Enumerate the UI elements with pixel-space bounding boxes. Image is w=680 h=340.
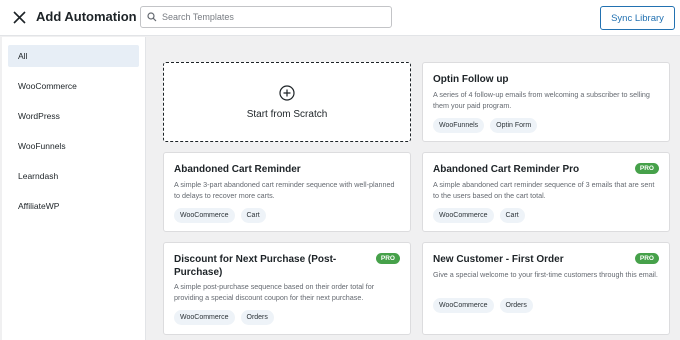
card-title: Abandoned Cart Reminder xyxy=(174,164,301,175)
tag: WooCommerce xyxy=(433,298,494,313)
template-card-abandoned-cart-reminder[interactable]: Abandoned Cart Reminder A simple 3-part … xyxy=(163,152,411,232)
tag: Optin Form xyxy=(490,118,538,133)
category-sidebar: All WooCommerce WordPress WooFunnels Lea… xyxy=(2,37,146,340)
sidebar-item-woofunnels[interactable]: WooFunnels xyxy=(8,135,139,157)
search-input[interactable] xyxy=(162,12,382,22)
pro-badge: PRO xyxy=(375,253,400,264)
template-card-discount-next-purchase[interactable]: Discount for Next Purchase (Post-Purchas… xyxy=(163,242,411,335)
pro-badge: PRO xyxy=(634,253,659,264)
search-box[interactable] xyxy=(140,6,392,28)
card-description: A series of 4 follow-up emails from welc… xyxy=(433,90,650,110)
card-title: Discount for Next Purchase (Post-Purchas… xyxy=(174,254,337,278)
template-card-optin-follow-up[interactable]: Optin Follow up A series of 4 follow-up … xyxy=(422,62,670,142)
pro-badge: PRO xyxy=(634,163,659,174)
card-title: New Customer - First Order xyxy=(433,254,564,265)
sidebar-item-woocommerce[interactable]: WooCommerce xyxy=(8,75,139,97)
card-title: Abandoned Cart Reminder Pro xyxy=(433,164,580,175)
template-grid: Start from Scratch Optin Follow up A ser… xyxy=(147,37,680,340)
template-card-abandoned-cart-reminder-pro[interactable]: Abandoned Cart Reminder Pro PRO A simple… xyxy=(422,152,670,232)
search-icon xyxy=(147,12,157,22)
card-description: Give a special welcome to your first-tim… xyxy=(433,270,658,279)
page-title: Add Automation xyxy=(36,9,137,24)
card-title: Optin Follow up xyxy=(433,74,509,85)
tag: WooCommerce xyxy=(433,208,494,223)
tag: WooFunnels xyxy=(433,118,485,133)
tag: Cart xyxy=(240,208,266,223)
plus-circle-icon xyxy=(279,84,295,101)
card-description: A simple post-purchase sequence based on… xyxy=(174,282,375,302)
sidebar-item-all[interactable]: All xyxy=(8,45,139,67)
tag: Cart xyxy=(499,208,525,223)
sync-library-button[interactable]: Sync Library xyxy=(600,6,675,30)
card-description: A simple abandoned cart reminder sequenc… xyxy=(433,180,655,200)
close-button[interactable] xyxy=(10,8,28,26)
sidebar-item-learndash[interactable]: Learndash xyxy=(8,165,139,187)
scratch-label: Start from Scratch xyxy=(246,108,328,120)
sidebar-item-affiliatewp[interactable]: AffiliateWP xyxy=(8,195,139,217)
tag: Orders xyxy=(240,310,274,325)
tag: WooCommerce xyxy=(174,310,235,325)
template-card-new-customer-first-order[interactable]: New Customer - First Order PRO Give a sp… xyxy=(422,242,670,335)
close-icon xyxy=(12,10,26,24)
start-from-scratch-card[interactable]: Start from Scratch xyxy=(163,62,411,142)
sidebar-item-wordpress[interactable]: WordPress xyxy=(8,105,139,127)
top-bar: Add Automation Sync Library xyxy=(0,0,680,36)
tag: Orders xyxy=(499,298,533,313)
card-description: A simple 3-part abandoned cart reminder … xyxy=(174,180,395,200)
tag: WooCommerce xyxy=(174,208,235,223)
